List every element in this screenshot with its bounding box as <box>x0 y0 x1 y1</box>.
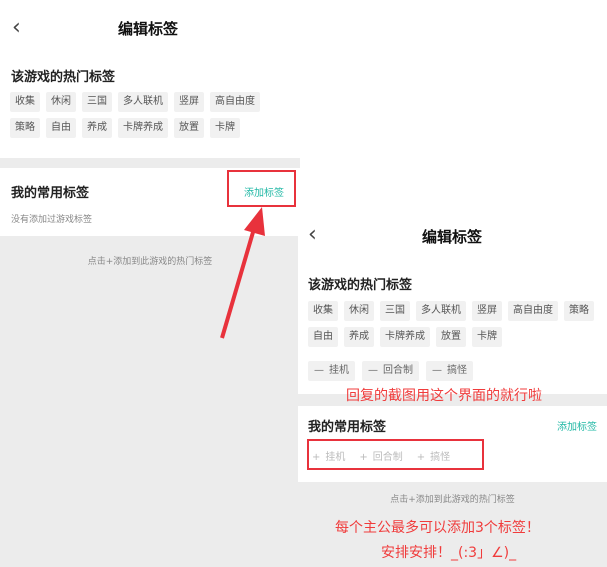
annotation-arrange-note: 安排安排！_(:3」∠)_ <box>381 545 517 561</box>
red-arrow <box>220 207 265 339</box>
annotation-limit-note: 每个主公最多可以添加3个标签！ <box>335 520 540 536</box>
annotation-screenshot-note: 回复的截图用这个界面的就行啦 <box>346 388 542 404</box>
